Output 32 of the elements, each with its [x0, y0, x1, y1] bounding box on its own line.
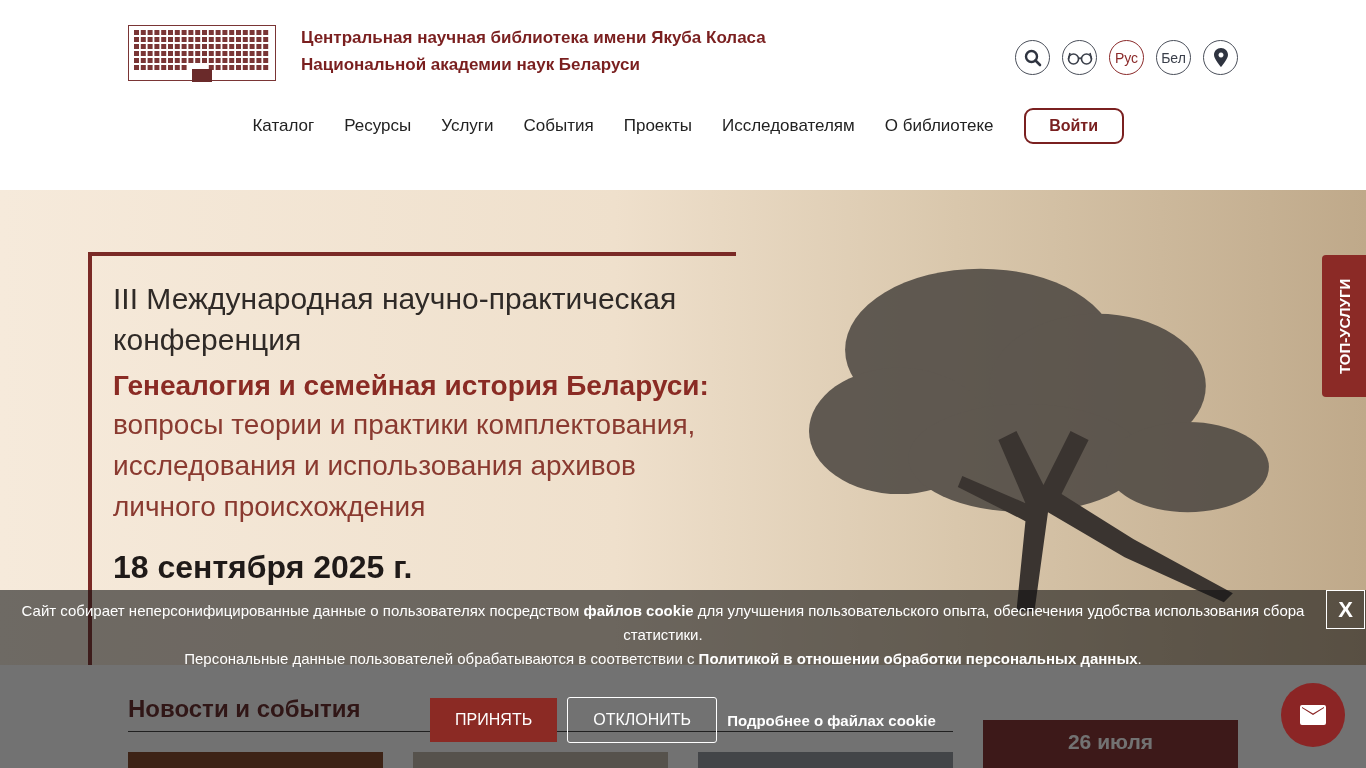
event-date-card: 26 июля: [983, 720, 1238, 768]
glasses-button[interactable]: [1062, 40, 1097, 75]
nav-link[interactable]: Каталог: [252, 116, 315, 136]
privacy-notice: Персональные данные пользователей обрабатываются в соответствии с Политикой в отношении обработки персональных данных.: [183, 649, 1143, 669]
nav-link[interactable]: События: [523, 116, 594, 136]
library-title: Центральная научная библиотека имени Якуба Коласа: [301, 27, 766, 49]
conference-subtitle: вопросы теории и практики комплектования, исследования и использования архивов личного происхождения: [113, 408, 697, 524]
cookie-notice: Сайт собирает неперсонифицированные данные о пользователях посредством файлов cookie для улучшения пользовательского опыта, обеспечения удобства использования сбора статистики.: [20, 601, 1306, 645]
accept-button[interactable]: ПРИНЯТЬ: [430, 698, 558, 742]
nav-link[interactable]: О библиотеке: [884, 116, 994, 136]
nav-link[interactable]: Проекты: [623, 116, 692, 136]
nav-link[interactable]: Исследователям: [721, 116, 855, 136]
search-button[interactable]: [1015, 40, 1050, 75]
search-icon: [1023, 48, 1042, 67]
nav-link[interactable]: Услуги: [441, 116, 494, 136]
library-logo-icon[interactable]: [128, 25, 276, 82]
close-button[interactable]: X: [1326, 590, 1365, 629]
location-pin-icon: [1213, 48, 1228, 67]
library-title: Национальной академии наук Беларуси: [301, 54, 641, 76]
decline-button[interactable]: ОТКЛОНИТЬ: [567, 697, 718, 743]
mail-icon: [1300, 705, 1326, 725]
side-tab[interactable]: ТОП-УСЛУГИ: [1322, 255, 1366, 397]
cookie-info-link[interactable]: Подробнее о файлах cookie: [727, 711, 936, 729]
conference-title: Генеалогия и семейная история Беларуси:: [113, 370, 710, 402]
conference-intro: III Международная научно-практическая конференция: [113, 281, 678, 358]
nav-link[interactable]: Ресурсы: [344, 116, 412, 136]
login-button[interactable]: Войти: [1023, 108, 1124, 144]
location-button[interactable]: [1203, 40, 1238, 75]
glasses-icon: [1066, 50, 1093, 65]
language-button[interactable]: Бел: [1156, 40, 1191, 75]
conference-date: 18 сентября 2025 г.: [113, 549, 414, 586]
language-button[interactable]: Рус: [1109, 40, 1144, 75]
